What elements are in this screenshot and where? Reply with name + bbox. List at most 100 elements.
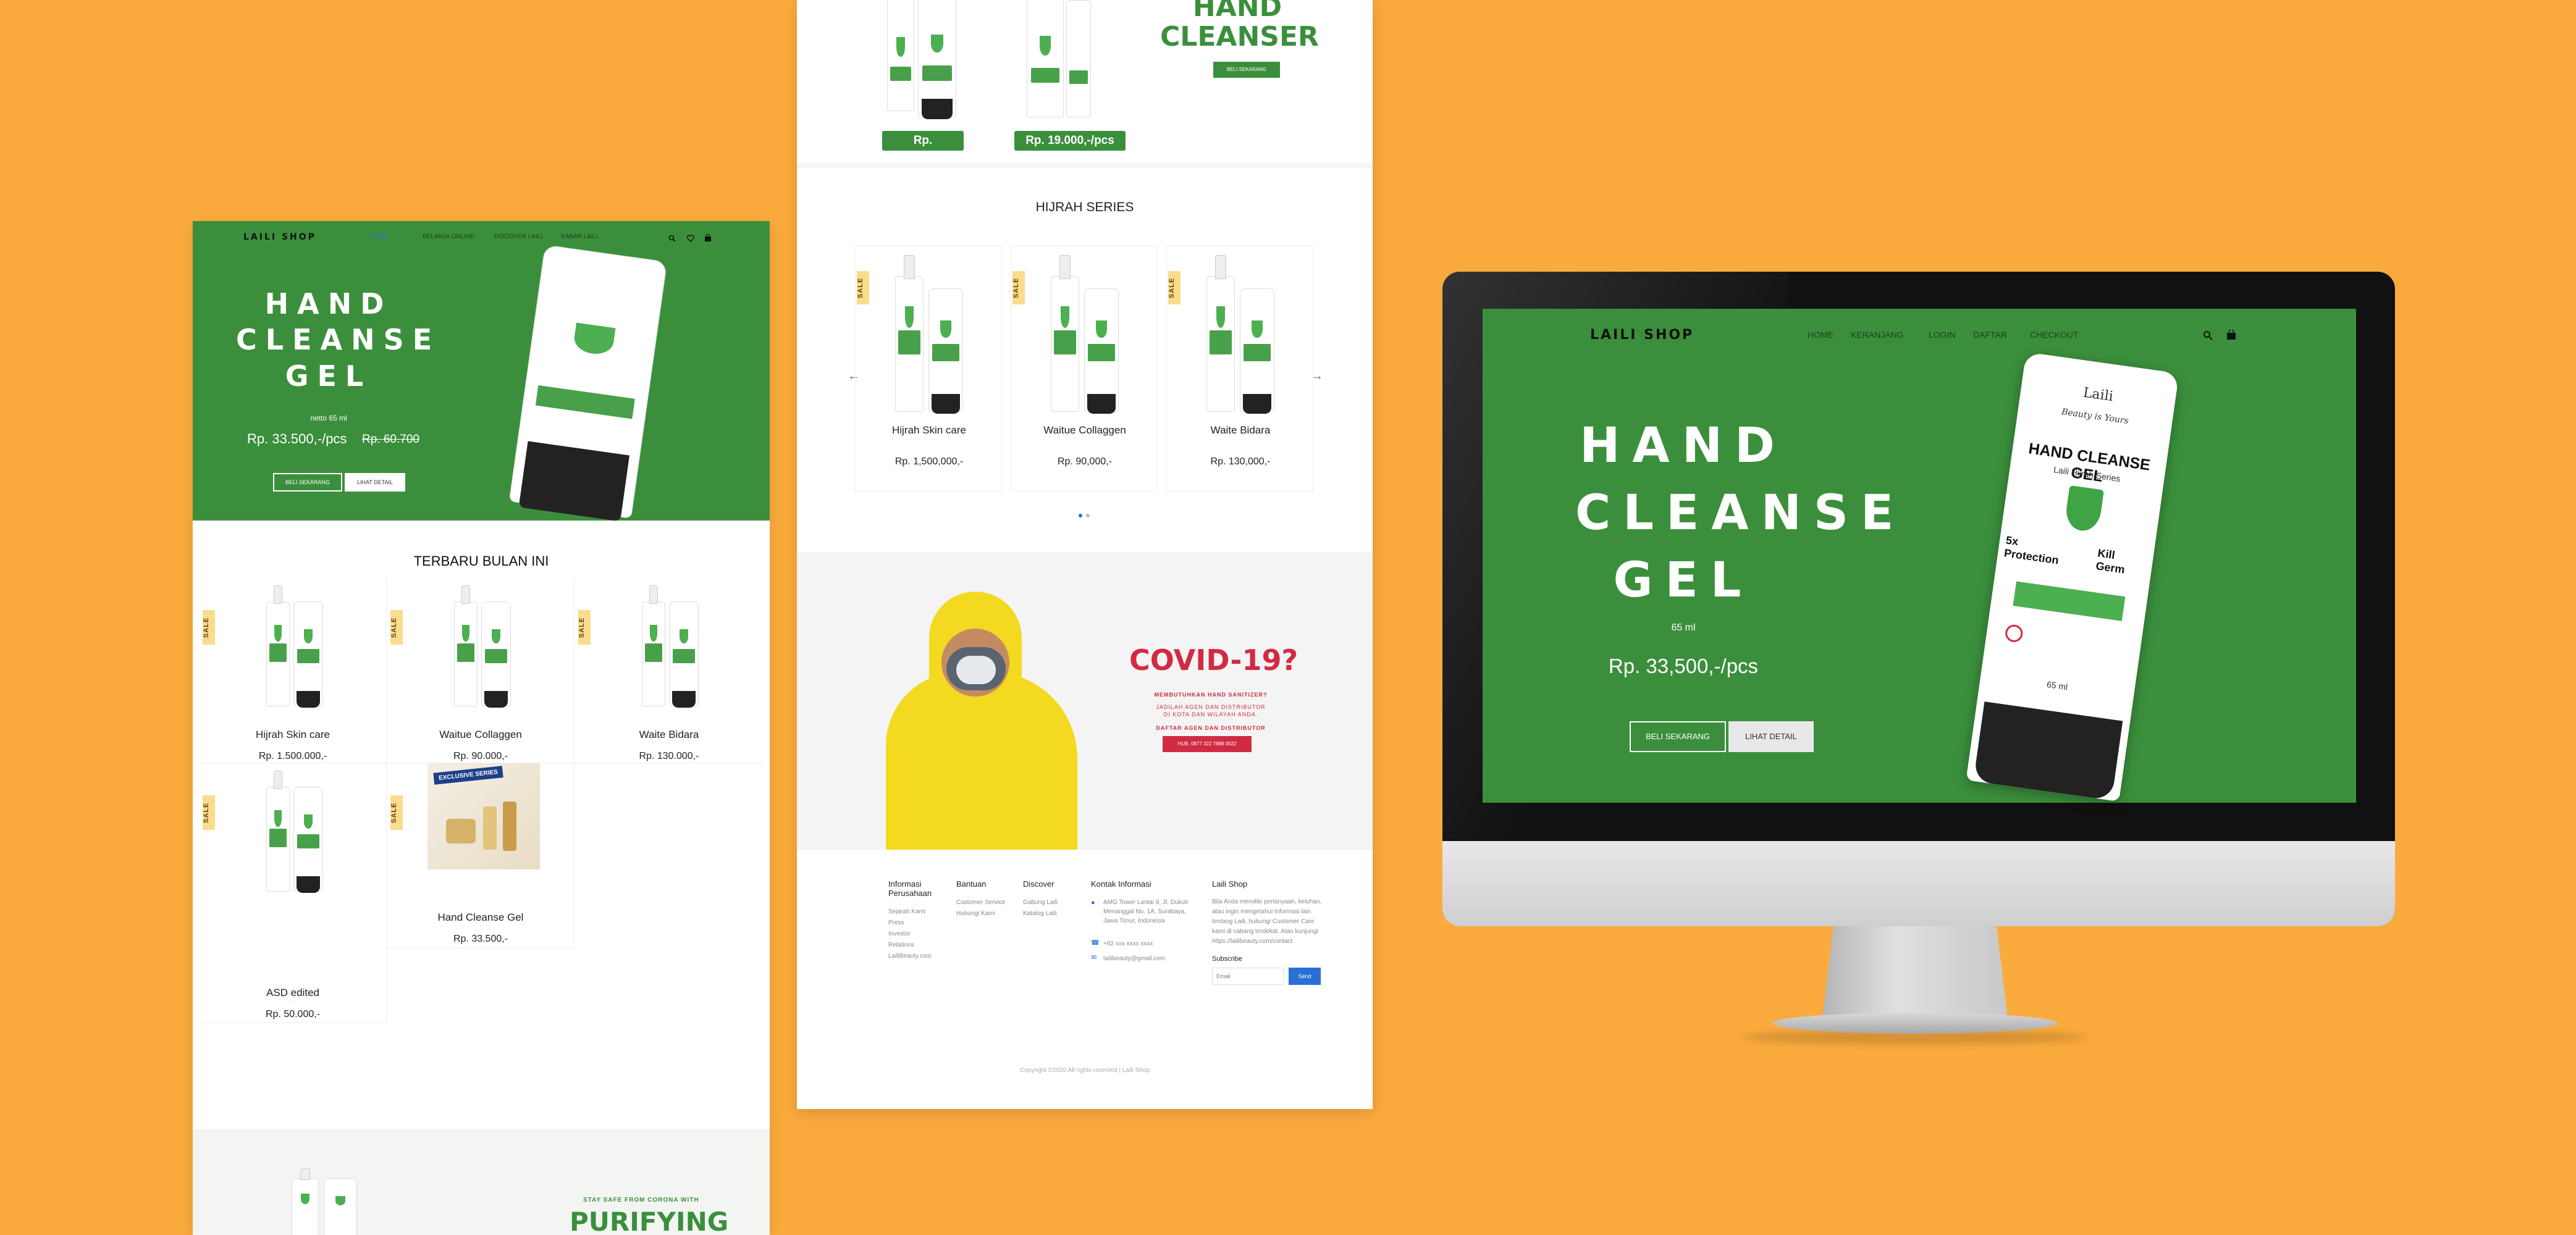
product-price: Rp. 33.500,- bbox=[453, 934, 508, 944]
search-icon[interactable] bbox=[668, 235, 676, 242]
price-tag: Rp. 19.000,-/pcs bbox=[1014, 131, 1126, 151]
footer-link[interactable]: LailiBeauty.com bbox=[888, 951, 938, 962]
sale-badge: SALE bbox=[390, 795, 403, 830]
monitor-stand-base bbox=[1773, 1013, 2057, 1034]
sale-badge: SALE bbox=[578, 610, 591, 645]
nav-home[interactable]: HOME bbox=[369, 233, 388, 240]
footer-link[interactable]: Customer Service bbox=[956, 897, 1018, 908]
product-card[interactable]: SALE EXCLUSIVE SERIES Hand Cleanse Gel ·… bbox=[387, 763, 575, 948]
top-product-image bbox=[883, 0, 964, 120]
nav-discover-laili[interactable]: DISCOVER LAILI bbox=[494, 233, 542, 240]
view-detail-button[interactable]: LIHAT DETAIL bbox=[1728, 721, 1814, 752]
subscribe-label: Subscribe bbox=[1212, 955, 1242, 963]
hero-subtitle: netto 65 ml bbox=[310, 414, 347, 422]
hero-old-price: Rp. 60.700 bbox=[362, 433, 419, 446]
product-name[interactable]: Hand Cleanse Gel bbox=[387, 911, 575, 924]
monitor-chin bbox=[1442, 841, 2395, 926]
section-title: TERBARU BULAN INI bbox=[413, 553, 549, 569]
product-price: Rp. 90,000,- bbox=[1057, 456, 1113, 467]
footer-col-title: Kontak Informasi bbox=[1091, 879, 1151, 889]
carousel-dot-active[interactable] bbox=[1079, 514, 1082, 517]
product-card[interactable]: SALE Waitue Collaggen · Rp. 90.000,- bbox=[387, 578, 575, 763]
sale-badge: SALE bbox=[1168, 271, 1181, 304]
copyright: Copyright ©2020 All rights reserved | La… bbox=[1020, 1067, 1150, 1074]
product-card[interactable]: SALE Waite Bidara · Rp. 130.000,- bbox=[575, 578, 764, 763]
covid-title: COVID-19? bbox=[1129, 643, 1299, 677]
series-card[interactable]: SALE Hijrah Skin care Rp. 1,500,000,- bbox=[855, 246, 1002, 492]
sale-badge: SALE bbox=[390, 610, 403, 645]
rating-dot: · bbox=[668, 740, 670, 747]
buy-now-button[interactable]: BELI SEKARANG bbox=[1630, 721, 1726, 752]
series-title: HIJRAH SERIES bbox=[1035, 200, 1134, 214]
footer-link[interactable]: Katalog Laili bbox=[1023, 908, 1079, 919]
covid-line-2: JADILAH AGEN DAN DISTRIBUTOR bbox=[1156, 704, 1266, 710]
sale-badge: SALE bbox=[203, 610, 215, 645]
sale-badge: SALE bbox=[857, 271, 869, 304]
series-card[interactable]: SALE Waite Bidara Rp. 130,000,- bbox=[1166, 246, 1313, 492]
product-price: Rp. 1,500,000,- bbox=[894, 456, 964, 467]
series-card[interactable]: SALE Waitue Collaggen Rp. 90,000,- bbox=[1011, 246, 1158, 492]
footer-phone[interactable]: +62 xxx xxxx xxxx bbox=[1103, 939, 1153, 950]
nav-kabar-laili[interactable]: KABAR LAILI bbox=[561, 233, 598, 240]
product-name[interactable]: Waitue Collaggen bbox=[1011, 424, 1158, 437]
footer-email[interactable]: lailibeauty@gmail.com bbox=[1103, 953, 1165, 965]
footer-link[interactable]: Hubungi Kami bbox=[956, 908, 1018, 919]
footer-link[interactable]: Press bbox=[888, 918, 938, 929]
rating-dot: · bbox=[479, 923, 482, 930]
product-image bbox=[633, 584, 707, 708]
product-name[interactable]: ASD edited bbox=[199, 987, 387, 999]
monitor-stand-neck bbox=[1822, 926, 2008, 1018]
product-card[interactable]: SALE ASD edited · Rp. 50.000,- bbox=[199, 763, 387, 1023]
exclusive-series-image: EXCLUSIVE SERIES bbox=[427, 763, 540, 869]
footer-link[interactable]: Gabung Laili bbox=[1023, 897, 1079, 908]
product-name[interactable]: Waite Bidara bbox=[575, 729, 764, 741]
nav-belanja-online[interactable]: BELANJA ONLINE bbox=[423, 233, 474, 240]
rating-dot: · bbox=[292, 740, 294, 747]
phone-icon: ☎ bbox=[1091, 939, 1100, 947]
left-page-mockup: LAILI SHOP HOME BELANJA ONLINE DISCOVER … bbox=[193, 221, 770, 1235]
rating-dot: · bbox=[292, 998, 294, 1005]
sale-badge: SALE bbox=[1012, 271, 1025, 304]
footer-col-discover: Discover Gabung Laili Katalog Laili bbox=[1023, 879, 1079, 919]
product-name[interactable]: Hijrah Skin care bbox=[856, 424, 1003, 437]
hero-product-image bbox=[508, 245, 668, 522]
carousel-dot[interactable] bbox=[1086, 514, 1090, 517]
nav-daftar[interactable]: DAFTAR bbox=[1973, 330, 2007, 340]
product-name[interactable]: Waite Bidara bbox=[1167, 424, 1314, 437]
hero-title: HAND CLEANSE GEL bbox=[1575, 412, 1893, 615]
footer-about-text: Bila Anda memiliki pertanyaan, keluhan, … bbox=[1212, 898, 1322, 945]
footer-link[interactable]: Sejarah Kami bbox=[888, 906, 938, 918]
bag-icon[interactable] bbox=[704, 234, 712, 242]
footer-col-title: Bantuan bbox=[956, 879, 987, 889]
footer-col-shop: Laili Shop Bila Anda memiliki pertanyaan… bbox=[1212, 879, 1322, 985]
footer-link[interactable]: Investor Relations bbox=[888, 929, 938, 951]
nav-home[interactable]: HOME bbox=[1808, 330, 1833, 340]
hand-cleanser-title: HAND CLEANSER bbox=[1160, 0, 1319, 53]
site-logo[interactable]: LAILI SHOP bbox=[243, 232, 316, 242]
buy-now-button[interactable]: BELI SEKARANG bbox=[273, 473, 342, 492]
exclusive-series-label: EXCLUSIVE SERIES bbox=[433, 766, 503, 785]
send-button[interactable]: Send bbox=[1289, 968, 1321, 985]
site-logo[interactable]: LAILI SHOP bbox=[1590, 327, 1694, 343]
nav-checkout[interactable]: CHECKOUT bbox=[2030, 330, 2079, 340]
nav-keranjang[interactable]: KERANJANG bbox=[1851, 330, 1904, 340]
location-icon: ● bbox=[1091, 899, 1095, 906]
hero-title: HAND CLEANSE GEL bbox=[236, 286, 432, 394]
subscribe-email-input[interactable] bbox=[1212, 968, 1284, 985]
hero-title-line-3: GEL bbox=[285, 359, 373, 393]
nav-login[interactable]: LOGIN bbox=[1929, 330, 1956, 340]
search-icon[interactable] bbox=[2203, 330, 2213, 340]
product-name[interactable]: Waitue Collaggen bbox=[387, 729, 575, 741]
product-card[interactable]: SALE Hijrah Skin care · Rp. 1.500.000,- bbox=[199, 578, 387, 763]
buy-now-button[interactable]: BELI SEKARANG bbox=[1213, 62, 1280, 78]
covid-line-3: DI KOTA DAN WILAYAH ANDA. bbox=[1163, 711, 1258, 718]
product-name[interactable]: Hijrah Skin care bbox=[199, 729, 387, 741]
view-detail-button[interactable]: LIHAT DETAIL bbox=[345, 473, 405, 492]
product-price: Rp. 130.000,- bbox=[639, 751, 699, 761]
bag-icon[interactable] bbox=[2226, 330, 2236, 340]
sale-badge: SALE bbox=[203, 795, 215, 830]
product-image bbox=[258, 584, 332, 708]
contact-agent-button[interactable]: HUB. 0877 322 7888 0022 bbox=[1163, 736, 1252, 752]
heart-icon[interactable] bbox=[687, 235, 694, 242]
footer-col-title: Laili Shop bbox=[1212, 879, 1248, 889]
